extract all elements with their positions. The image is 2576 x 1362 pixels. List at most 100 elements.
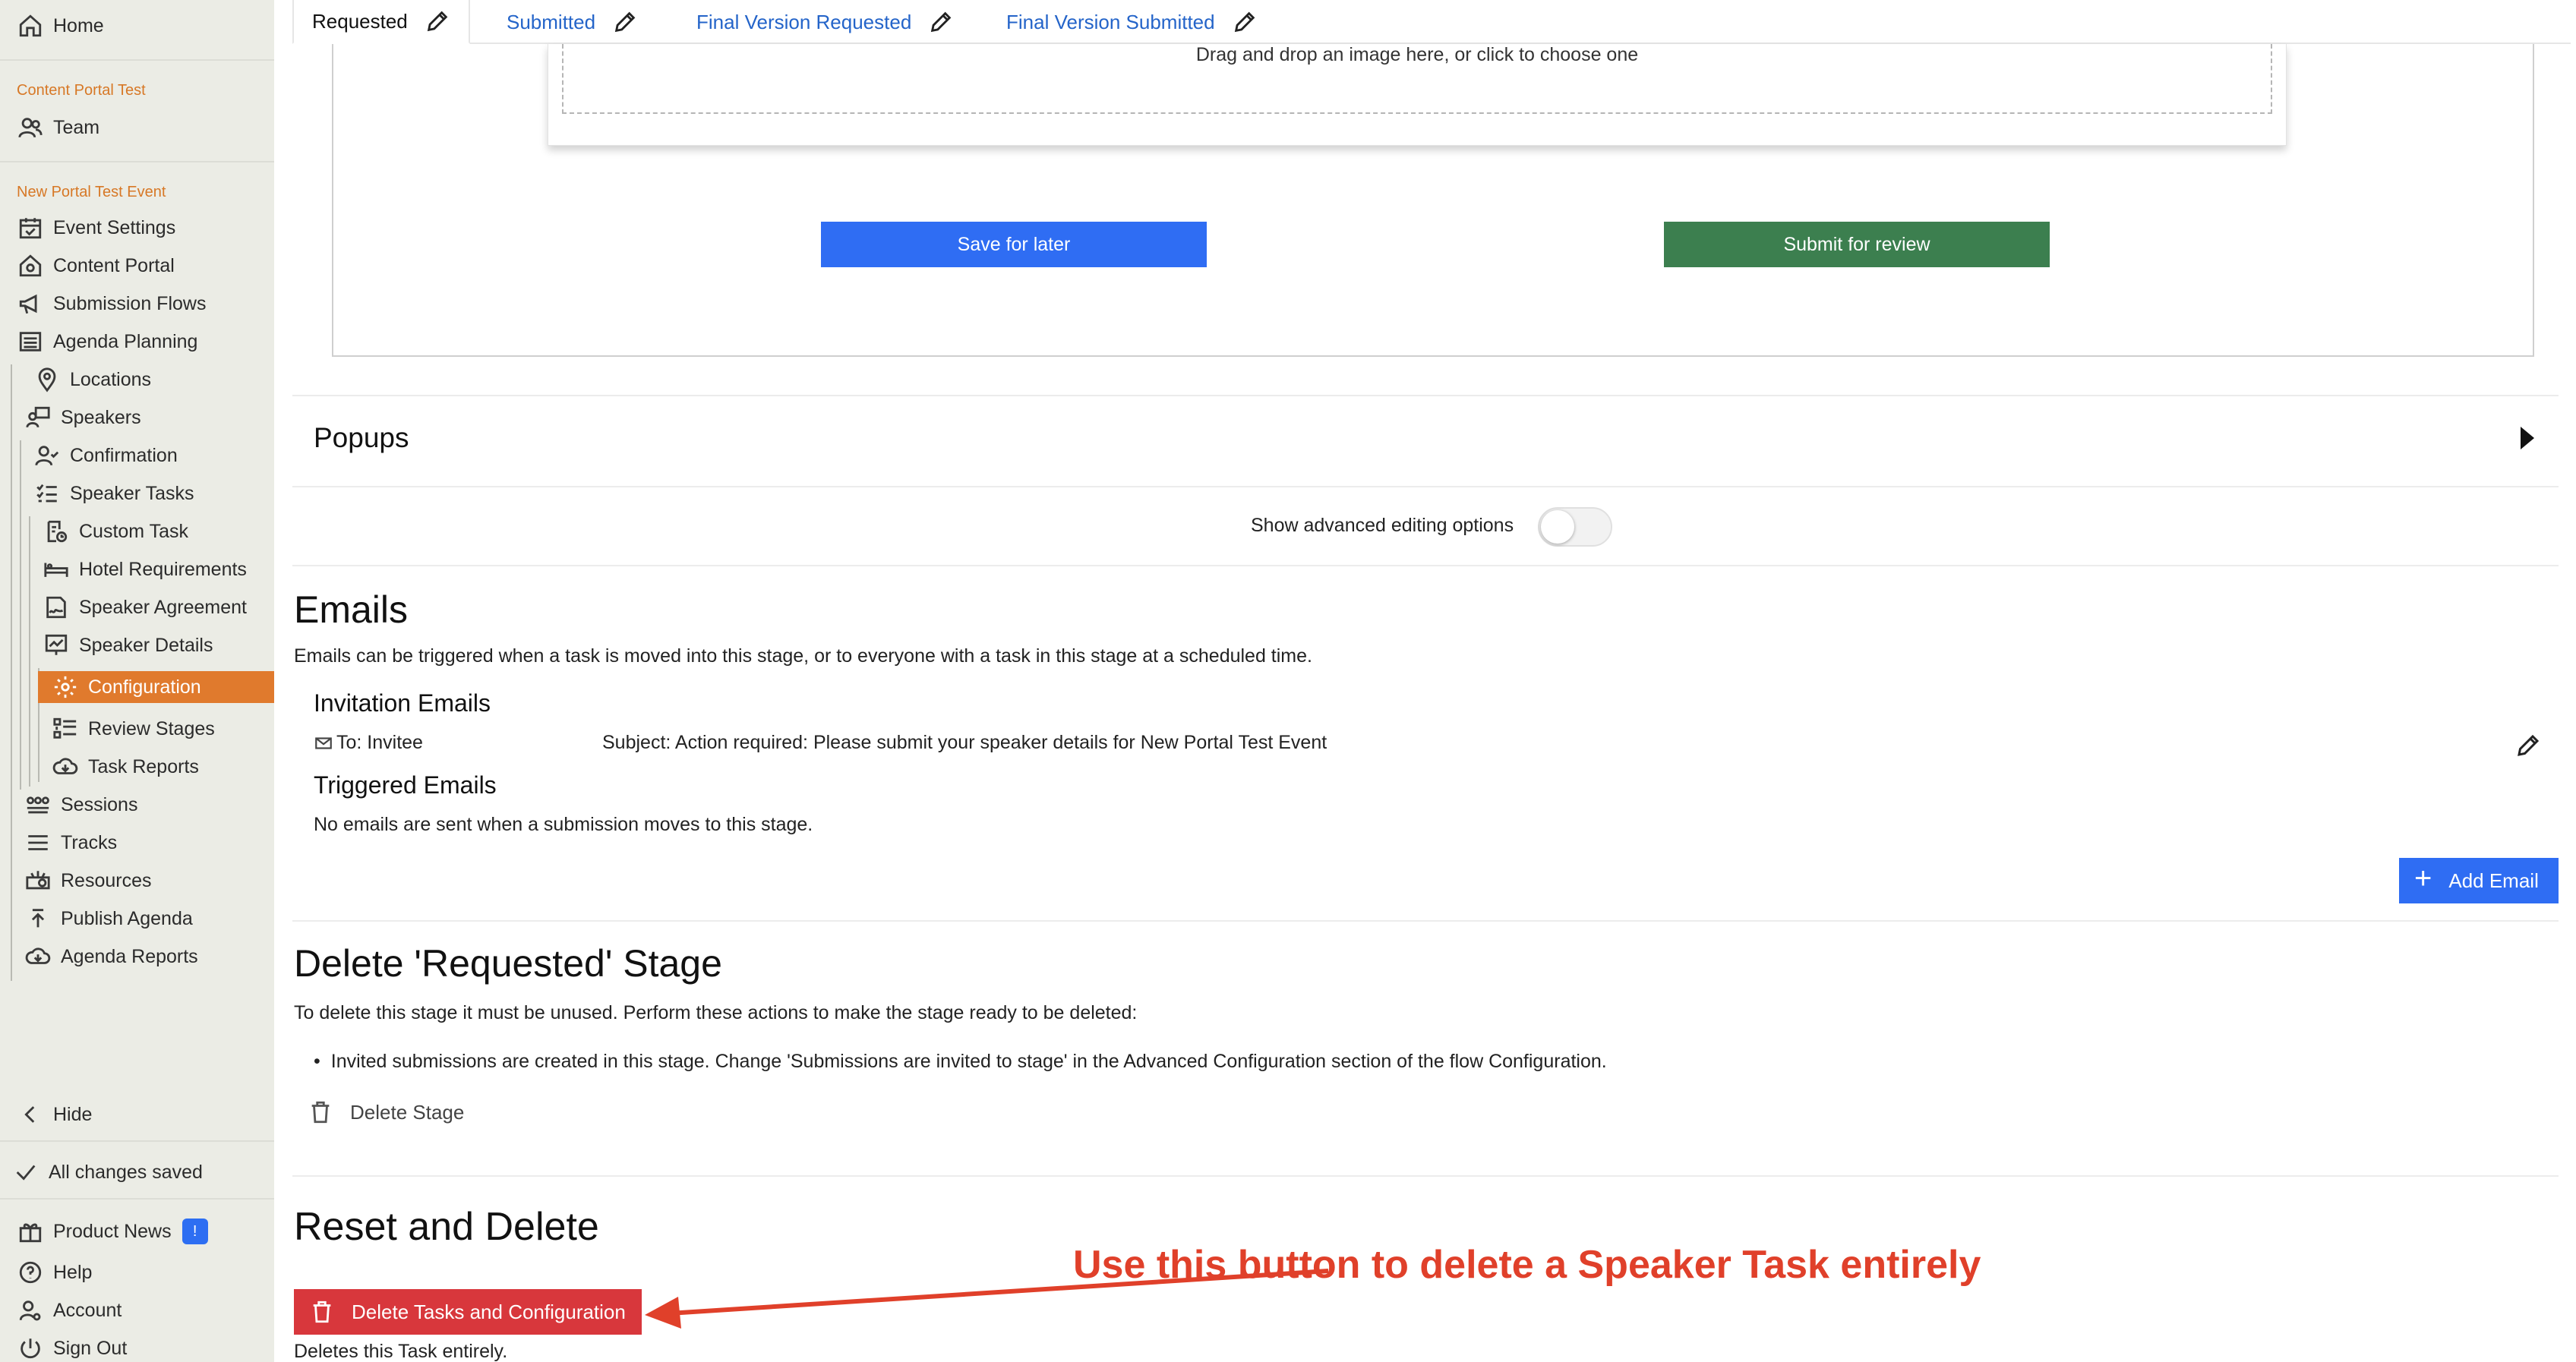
add-email-button[interactable]: + Add Email <box>2399 858 2559 903</box>
sidebar-item-submission-flows[interactable]: Submission Flows <box>0 285 274 322</box>
sidebar-item-speaker-agreement[interactable]: Speaker Agreement <box>0 589 274 626</box>
check-icon <box>11 1157 41 1187</box>
sidebar-item-speaker-tasks[interactable]: Speaker Tasks <box>0 475 274 512</box>
tab-label: Final Version Submitted <box>1006 10 1215 33</box>
email-subject: Subject: Action required: Please submit … <box>602 732 1327 753</box>
doc-clock-icon <box>41 516 71 547</box>
megaphone-icon <box>15 288 46 319</box>
sidebar-item-task-reports[interactable]: Task Reports <box>0 749 274 785</box>
cloud-download-icon <box>23 941 53 972</box>
sidebar-item-label: Team <box>53 116 100 138</box>
sidebar-item-product-news[interactable]: Product News ! <box>0 1213 274 1250</box>
sidebar-item-agenda-reports[interactable]: Agenda Reports <box>0 938 274 975</box>
sidebar: Home Content Portal Test Team New Portal… <box>0 0 274 1362</box>
pencil-icon[interactable] <box>425 8 450 34</box>
emails-description: Emails can be triggered when a task is m… <box>294 645 1312 667</box>
delete-tasks-note: Deletes this Task entirely. <box>294 1341 508 1362</box>
advanced-options-toggle[interactable] <box>1538 507 1612 547</box>
submit-for-review-button[interactable]: Submit for review <box>1664 222 2050 267</box>
sidebar-item-label: Confirmation <box>70 444 178 466</box>
pencil-icon[interactable] <box>612 9 638 35</box>
power-icon <box>15 1333 46 1362</box>
tab-submitted[interactable]: Submitted <box>507 0 638 44</box>
sidebar-item-content-portal[interactable]: Content Portal <box>0 247 274 284</box>
sidebar-item-label: Resources <box>61 869 152 891</box>
sidebar-item-publish-agenda[interactable]: Publish Agenda <box>0 900 274 937</box>
sidebar-item-label: Task Reports <box>88 755 199 777</box>
dropzone-text: Drag and drop an image here, or click to… <box>1195 44 1639 65</box>
tab-final-version-submitted[interactable]: Final Version Submitted <box>1006 0 1258 44</box>
sidebar-item-label: Speakers <box>61 406 141 428</box>
email-to: To: Invitee <box>336 732 423 753</box>
delete-stage-label: Delete Stage <box>350 1100 465 1124</box>
image-dropzone[interactable]: Drag and drop an image here, or click to… <box>562 44 2272 114</box>
notification-badge: ! <box>182 1219 208 1244</box>
sidebar-item-speaker-details[interactable]: Speaker Details <box>0 627 274 664</box>
chevron-left-icon <box>15 1099 46 1130</box>
delete-tasks-and-configuration-button[interactable]: Delete Tasks and Configuration <box>294 1289 642 1335</box>
stage-preview-frame: Drag and drop an image here, or click to… <box>332 44 2534 357</box>
sidebar-divider <box>0 59 274 61</box>
divider <box>292 1175 2559 1177</box>
people-icon <box>23 790 53 820</box>
sidebar-item-label: Help <box>53 1261 93 1283</box>
pencil-icon[interactable] <box>928 9 954 35</box>
upload-card: Drag and drop an image here, or click to… <box>548 44 2287 146</box>
checklist-icon <box>32 478 62 509</box>
sidebar-item-label: Configuration <box>88 676 201 698</box>
plus-icon: + <box>2414 862 2432 895</box>
invitation-emails-heading: Invitation Emails <box>314 689 491 717</box>
advanced-options-label: Show advanced editing options <box>1251 515 1514 536</box>
divider <box>292 395 2559 396</box>
delete-stage-button[interactable]: Delete Stage <box>308 1099 464 1125</box>
sidebar-item-label: Sign Out <box>53 1337 128 1359</box>
tab-label: Final Version Requested <box>696 10 912 33</box>
sidebar-item-sessions[interactable]: Sessions <box>0 787 274 823</box>
sidebar-hide-button[interactable]: Hide <box>0 1096 274 1133</box>
divider <box>292 565 2559 566</box>
sidebar-divider <box>0 161 274 162</box>
sidebar-item-confirmation[interactable]: Confirmation <box>0 437 274 474</box>
add-email-label: Add Email <box>2448 869 2539 892</box>
team-icon <box>15 112 46 143</box>
sidebar-item-label: Locations <box>70 368 152 390</box>
sidebar-item-label: Custom Task <box>79 520 189 542</box>
sidebar-item-label: Event Settings <box>53 216 176 238</box>
sidebar-item-label: Speaker Tasks <box>70 482 194 504</box>
sidebar-item-help[interactable]: Help <box>0 1254 274 1291</box>
sidebar-item-locations[interactable]: Locations <box>0 361 274 398</box>
triggered-emails-empty: No emails are sent when a submission mov… <box>314 814 813 835</box>
popups-heading: Popups <box>314 422 409 453</box>
trash-icon <box>311 1101 330 1124</box>
sidebar-item-configuration[interactable]: Configuration <box>38 671 274 703</box>
tab-requested[interactable]: Requested <box>292 0 470 44</box>
sidebar-item-team[interactable]: Team <box>0 109 274 146</box>
annotation-text: Use this button to delete a Speaker Task… <box>1073 1243 1981 1287</box>
sidebar-item-tracks[interactable]: Tracks <box>0 824 274 861</box>
tab-final-version-requested[interactable]: Final Version Requested <box>696 0 954 44</box>
save-status-text: All changes saved <box>49 1161 203 1183</box>
sidebar-item-event-settings[interactable]: Event Settings <box>0 210 274 246</box>
edit-email-icon[interactable] <box>2514 732 2542 763</box>
sidebar-item-custom-task[interactable]: Custom Task <box>0 513 274 550</box>
sidebar-item-review-stages[interactable]: Review Stages <box>0 711 274 747</box>
sidebar-item-resources[interactable]: Resources <box>0 862 274 899</box>
sidebar-item-sign-out[interactable]: Sign Out <box>0 1330 274 1362</box>
sidebar-item-hotel-requirements[interactable]: Hotel Requirements <box>0 551 274 588</box>
sidebar-item-speakers[interactable]: Speakers <box>0 399 274 436</box>
tab-label: Submitted <box>507 10 596 33</box>
stages-icon <box>50 714 80 744</box>
trash-icon <box>313 1301 331 1323</box>
sidebar-item-home[interactable]: Home <box>0 8 274 44</box>
divider <box>292 486 2559 487</box>
sidebar-item-label: Speaker Details <box>79 634 213 656</box>
save-for-later-button[interactable]: Save for later <box>821 222 1207 267</box>
sidebar-item-account[interactable]: Account <box>0 1292 274 1329</box>
gear-icon <box>50 672 80 702</box>
expand-caret-icon[interactable] <box>2521 427 2534 449</box>
sidebar-item-agenda-planning[interactable]: Agenda Planning <box>0 323 274 360</box>
cloud-download-icon <box>50 752 80 782</box>
pencil-icon[interactable] <box>1232 9 1258 35</box>
calendar-check-icon <box>15 213 46 243</box>
email-recipient: To: Invitee <box>314 732 423 754</box>
